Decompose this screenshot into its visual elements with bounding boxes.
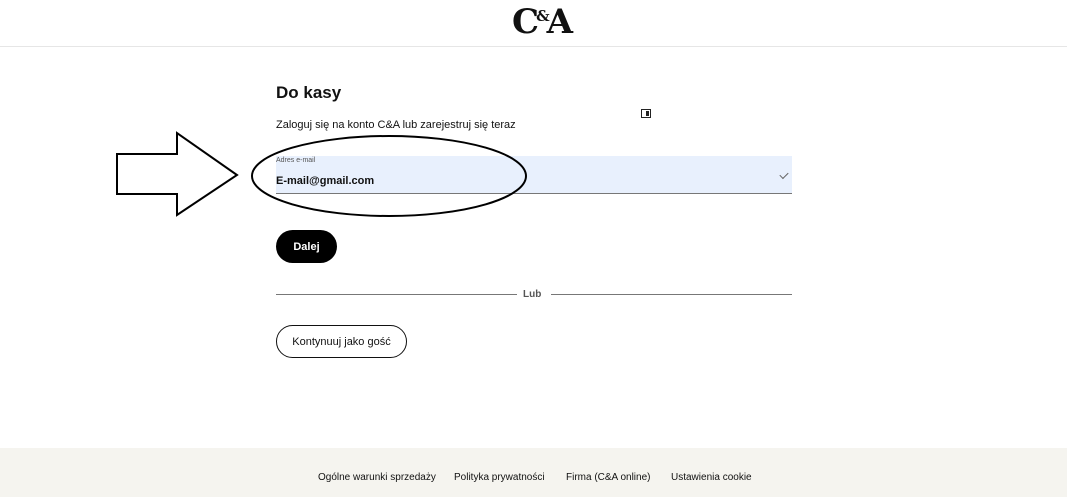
privacy-link[interactable]: Polityka prywatności xyxy=(454,472,545,483)
next-button[interactable]: Dalej xyxy=(276,230,337,263)
divider-right xyxy=(551,294,792,295)
annotation-overlay xyxy=(116,131,527,217)
site-header: C&A xyxy=(0,0,1067,47)
email-value[interactable]: E-mail@gmail.com xyxy=(276,175,374,187)
divider-or-text: Lub xyxy=(523,289,542,300)
terms-link[interactable]: Ogólne warunki sprzedaży xyxy=(318,472,436,483)
page-title: Do kasy xyxy=(276,83,342,102)
site-footer: Ogólne warunki sprzedaży Polityka prywat… xyxy=(0,448,1067,497)
divider-left xyxy=(276,294,517,295)
login-subtitle: Zaloguj się na konto C&A lub zarejestruj… xyxy=(276,119,516,131)
cookie-settings-link[interactable]: Ustawienia cookie xyxy=(671,472,752,483)
continue-as-guest-button[interactable]: Kontynuuj jako gość xyxy=(276,325,407,358)
email-label: Adres e-mail xyxy=(276,157,316,164)
check-icon xyxy=(779,169,789,180)
card-icon xyxy=(641,109,651,118)
arrow-annotation xyxy=(116,131,239,217)
email-field[interactable]: Adres e-mail E-mail@gmail.com xyxy=(276,156,792,194)
company-link[interactable]: Firma (C&A online) xyxy=(566,472,650,483)
ca-logo[interactable]: C&A xyxy=(512,2,573,42)
